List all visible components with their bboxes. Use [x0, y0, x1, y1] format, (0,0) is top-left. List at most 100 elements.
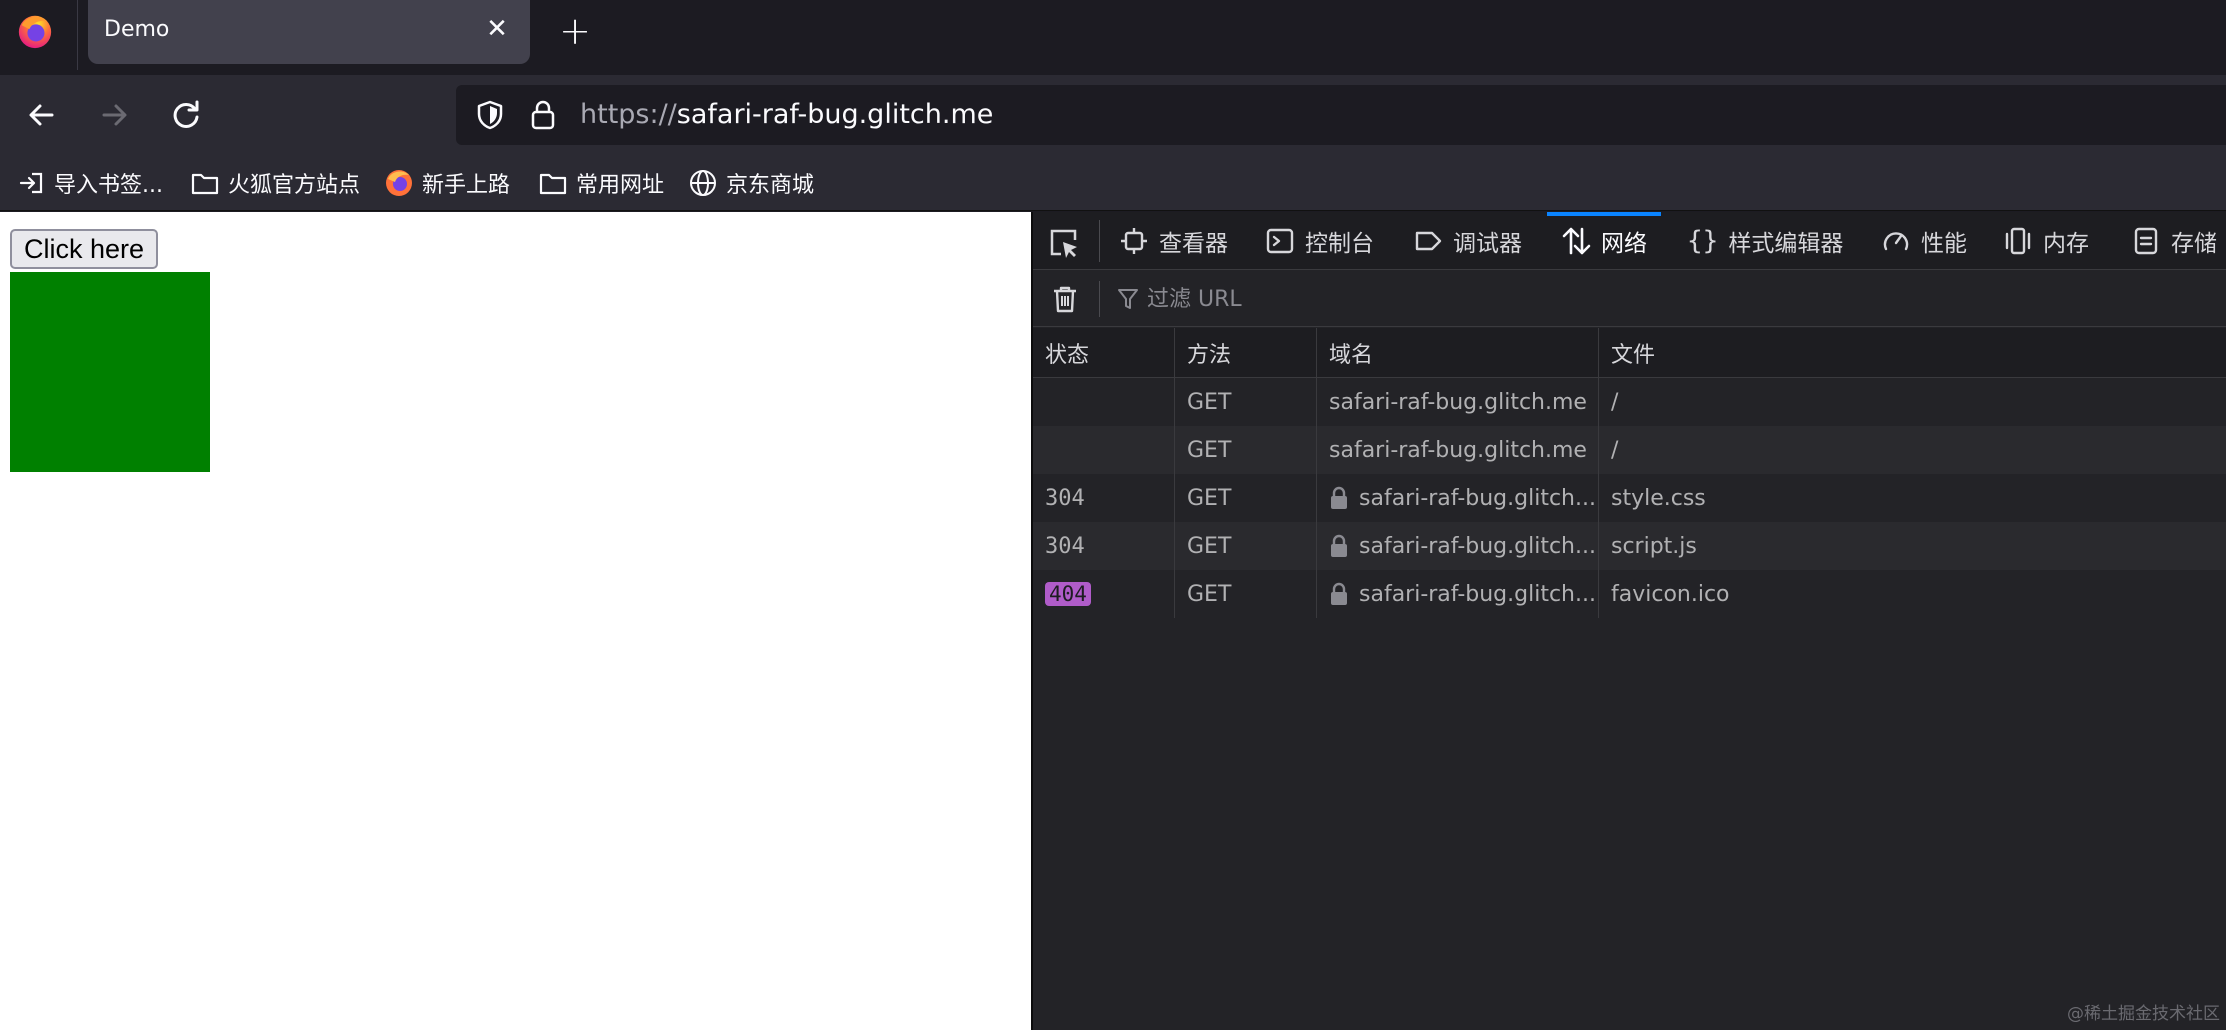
- file-cell: /: [1611, 389, 1619, 415]
- network-filter-bar: [1033, 271, 2226, 327]
- tab-debugger[interactable]: 调试器: [1413, 212, 1522, 270]
- lock-icon: [1331, 486, 1347, 509]
- bookmark-getting-started[interactable]: 新手上路: [384, 167, 510, 199]
- bookmarks-toolbar: 导入书签... 火狐官方站点 新手上路 常用网址 京东商城: [0, 155, 2226, 211]
- column-header-file[interactable]: 文件: [1599, 328, 2226, 377]
- status-cell: 304: [1033, 474, 1175, 522]
- domain-cell: safari-raf-bug.glitch...: [1317, 522, 1599, 570]
- style-editor-icon: {}: [1687, 226, 1719, 256]
- network-icon: [1562, 227, 1591, 255]
- page-viewport: Click here: [0, 212, 1031, 1030]
- tab-inspector[interactable]: 查看器: [1119, 212, 1228, 270]
- bookmark-label: 新手上路: [422, 173, 511, 198]
- tab-storage[interactable]: 存储: [2131, 212, 2217, 270]
- bookmark-jd[interactable]: 京东商城: [688, 167, 814, 199]
- storage-icon: [2134, 227, 2158, 255]
- lock-icon[interactable]: [528, 98, 558, 132]
- debugger-icon: [1415, 231, 1442, 251]
- url-text[interactable]: https://safari-raf-bug.glitch.me: [580, 99, 993, 130]
- click-here-button[interactable]: Click here: [10, 229, 159, 269]
- import-icon: [19, 172, 43, 194]
- devtools-toolbar: 查看器 控制台 调试器 网络 {} 样式编辑器 性能 内存 存储: [1033, 212, 2226, 270]
- column-header-status[interactable]: 状态: [1033, 328, 1175, 377]
- bookmark-import[interactable]: 导入书签...: [18, 167, 163, 199]
- method-cell: GET: [1175, 426, 1317, 474]
- domain-cell: safari-raf-bug.glitch...: [1317, 474, 1599, 522]
- domain-text: safari-raf-bug.glitch...: [1359, 485, 1596, 511]
- filter-icon: [1118, 289, 1138, 309]
- tab-label: 网络: [1601, 231, 1647, 257]
- back-button[interactable]: [20, 93, 64, 137]
- folder-icon: [539, 173, 567, 195]
- domain-text: safari-raf-bug.glitch.me: [1329, 437, 1587, 463]
- table-row[interactable]: GET safari-raf-bug.glitch.me /: [1033, 378, 2226, 426]
- table-row[interactable]: 304 GET safari-raf-bug.glitch... style.c…: [1033, 474, 2226, 522]
- tab-memory[interactable]: 内存: [2003, 212, 2089, 270]
- url-bar[interactable]: https://safari-raf-bug.glitch.me: [456, 85, 2226, 145]
- console-icon: [1266, 228, 1294, 254]
- method-cell: GET: [1175, 474, 1317, 522]
- tracking-protection-icon[interactable]: [474, 99, 506, 131]
- devtools-panel: 查看器 控制台 调试器 网络 {} 样式编辑器 性能 内存 存储 过滤 URL …: [1031, 212, 2226, 1030]
- filter-separator: [1099, 281, 1100, 317]
- table-row[interactable]: 404 GET safari-raf-bug.glitch... favicon…: [1033, 570, 2226, 618]
- bookmark-label: 常用网址: [576, 173, 665, 198]
- reload-button[interactable]: [164, 93, 208, 137]
- inspector-icon: [1121, 228, 1147, 254]
- navigation-bar: https://safari-raf-bug.glitch.me: [0, 75, 2226, 155]
- method-cell: GET: [1175, 522, 1317, 570]
- firefox-menu-icon[interactable]: [16, 12, 54, 50]
- tab-label: 控制台: [1305, 231, 1374, 257]
- domain-text: safari-raf-bug.glitch...: [1359, 581, 1596, 607]
- tab-separator: [77, 0, 78, 70]
- new-tab-button[interactable]: +: [555, 12, 595, 52]
- bookmark-label: 导入书签...: [54, 173, 163, 198]
- forward-button[interactable]: [92, 93, 136, 137]
- domain-cell: safari-raf-bug.glitch.me: [1317, 426, 1599, 474]
- clear-trash-icon[interactable]: [1049, 283, 1081, 315]
- tab-console[interactable]: 控制台: [1265, 212, 1374, 270]
- toolbar-separator: [1099, 220, 1100, 262]
- green-box: [10, 272, 210, 472]
- bookmark-folder-firefox-sites[interactable]: 火狐官方站点: [190, 167, 360, 199]
- table-header: 状态 方法 域名 文件: [1033, 328, 2226, 378]
- memory-icon: [2005, 227, 2031, 255]
- bookmark-label: 京东商城: [726, 173, 815, 198]
- status-badge-404: 404: [1045, 582, 1091, 606]
- column-header-domain[interactable]: 域名: [1317, 328, 1599, 377]
- table-row[interactable]: GET safari-raf-bug.glitch.me /: [1033, 426, 2226, 474]
- method-cell: GET: [1175, 378, 1317, 426]
- file-cell: style.css: [1611, 485, 1706, 511]
- tab-label: 存储: [2171, 231, 2217, 257]
- status-cell: [1033, 426, 1175, 474]
- file-cell: favicon.ico: [1611, 581, 1730, 607]
- close-tab-icon[interactable]: ✕: [482, 14, 512, 44]
- domain-cell: safari-raf-bug.glitch...: [1317, 570, 1599, 618]
- domain-text: safari-raf-bug.glitch.me: [1329, 389, 1587, 415]
- tab-label: 调试器: [1453, 231, 1522, 257]
- table-row[interactable]: 304 GET safari-raf-bug.glitch... script.…: [1033, 522, 2226, 570]
- file-cell: script.js: [1611, 533, 1697, 559]
- url-host: safari-raf-bug.glitch.me: [676, 99, 994, 130]
- status-cell: 304: [1033, 522, 1175, 570]
- bookmark-folder-common-sites[interactable]: 常用网址: [538, 167, 664, 199]
- folder-icon: [191, 173, 219, 195]
- tab-demo[interactable]: Demo ✕: [88, 0, 530, 64]
- tab-style-editor[interactable]: {} 样式编辑器: [1687, 212, 1843, 270]
- lock-icon: [1331, 582, 1347, 605]
- tab-network[interactable]: 网络: [1547, 212, 1661, 270]
- file-cell: /: [1611, 437, 1619, 463]
- element-picker-icon[interactable]: [1047, 226, 1081, 260]
- performance-icon: [1883, 232, 1909, 251]
- tab-performance[interactable]: 性能: [1881, 212, 1967, 270]
- tab-label: 查看器: [1159, 231, 1228, 257]
- tab-strip: Demo ✕ +: [0, 0, 2226, 75]
- url-scheme: https://: [580, 99, 677, 130]
- domain-cell: safari-raf-bug.glitch.me: [1317, 378, 1599, 426]
- bookmark-label: 火狐官方站点: [228, 173, 361, 198]
- watermark: @稀土掘金技术社区: [2067, 1004, 2220, 1024]
- column-header-method[interactable]: 方法: [1175, 328, 1317, 377]
- status-cell: 404: [1033, 570, 1175, 618]
- tab-label: 性能: [1921, 231, 1967, 257]
- filter-url-input[interactable]: [1147, 283, 1747, 315]
